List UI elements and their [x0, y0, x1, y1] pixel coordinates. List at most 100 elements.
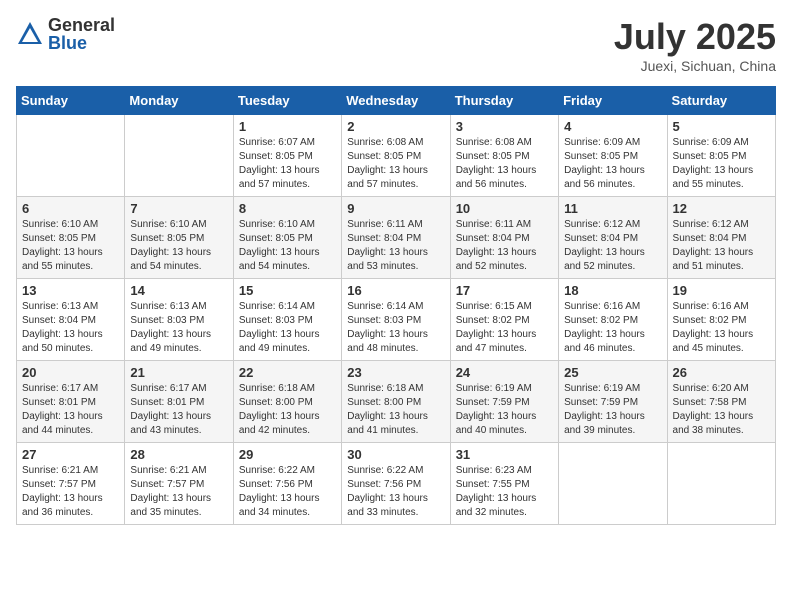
- day-info: Sunrise: 6:07 AM Sunset: 8:05 PM Dayligh…: [239, 136, 336, 192]
- day-info: Sunrise: 6:16 AM Sunset: 8:02 PM Dayligh…: [564, 300, 661, 356]
- day-number: 11: [564, 201, 661, 216]
- day-number: 17: [456, 283, 553, 298]
- calendar-cell: 12 Sunrise: 6:12 AM Sunset: 8:04 PM Dayli…: [667, 197, 775, 279]
- day-info: Sunrise: 6:12 AM Sunset: 8:04 PM Dayligh…: [673, 218, 770, 274]
- calendar-cell: 7 Sunrise: 6:10 AM Sunset: 8:05 PM Daylig…: [125, 197, 233, 279]
- page-header: General Blue July 2025 Juexi, Sichuan, C…: [16, 16, 776, 74]
- day-info: Sunrise: 6:21 AM Sunset: 7:57 PM Dayligh…: [130, 464, 227, 520]
- day-number: 19: [673, 283, 770, 298]
- calendar-cell: 24 Sunrise: 6:19 AM Sunset: 7:59 PM Dayli…: [450, 361, 558, 443]
- calendar-cell: 28 Sunrise: 6:21 AM Sunset: 7:57 PM Dayli…: [125, 443, 233, 525]
- day-info: Sunrise: 6:22 AM Sunset: 7:56 PM Dayligh…: [347, 464, 444, 520]
- calendar-cell: 8Sunrise: 6:10 AM Sunset: 8:05 PM Daylig…: [233, 197, 341, 279]
- day-number: 7: [130, 201, 227, 216]
- calendar-cell: 20 Sunrise: 6:17 AM Sunset: 8:01 PM Dayli…: [17, 361, 125, 443]
- calendar-cell: 5 Sunrise: 6:09 AM Sunset: 8:05 PM Daylig…: [667, 115, 775, 197]
- day-number: 20: [22, 365, 119, 380]
- logo-blue-text: Blue: [48, 34, 115, 52]
- calendar-header-monday: Monday: [125, 87, 233, 115]
- day-number: 5: [673, 119, 770, 134]
- day-number: 9: [347, 201, 444, 216]
- day-number: 29: [239, 447, 336, 462]
- day-number: 25: [564, 365, 661, 380]
- day-number: 22: [239, 365, 336, 380]
- calendar-cell: 18 Sunrise: 6:16 AM Sunset: 8:02 PM Dayli…: [559, 279, 667, 361]
- day-info: Sunrise: 6:12 AM Sunset: 8:04 PM Dayligh…: [564, 218, 661, 274]
- calendar-cell: 1 Sunrise: 6:07 AM Sunset: 8:05 PM Daylig…: [233, 115, 341, 197]
- calendar-table: SundayMondayTuesdayWednesdayThursdayFrid…: [16, 86, 776, 525]
- calendar-cell: 29 Sunrise: 6:22 AM Sunset: 7:56 PM Dayli…: [233, 443, 341, 525]
- calendar-cell: 23Sunrise: 6:18 AM Sunset: 8:00 PM Dayli…: [342, 361, 450, 443]
- calendar-cell: 9 Sunrise: 6:11 AM Sunset: 8:04 PM Daylig…: [342, 197, 450, 279]
- title-area: July 2025 Juexi, Sichuan, China: [614, 16, 776, 74]
- calendar-cell: 6 Sunrise: 6:10 AM Sunset: 8:05 PM Daylig…: [17, 197, 125, 279]
- day-number: 12: [673, 201, 770, 216]
- day-number: 21: [130, 365, 227, 380]
- day-info: Sunrise: 6:22 AM Sunset: 7:56 PM Dayligh…: [239, 464, 336, 520]
- month-title: July 2025: [614, 16, 776, 58]
- calendar-cell: 10 Sunrise: 6:11 AM Sunset: 8:04 PM Dayli…: [450, 197, 558, 279]
- calendar-cell: 31 Sunrise: 6:23 AM Sunset: 7:55 PM Dayli…: [450, 443, 558, 525]
- calendar-cell: 22 Sunrise: 6:18 AM Sunset: 8:00 PM Dayli…: [233, 361, 341, 443]
- day-info: Sunrise: 6:09 AM Sunset: 8:05 PM Dayligh…: [564, 136, 661, 192]
- day-info: Sunrise: 6:18 AM Sunset: 8:00 PM Dayligh…: [239, 382, 336, 438]
- day-number: 31: [456, 447, 553, 462]
- day-number: 24: [456, 365, 553, 380]
- day-info: Sunrise: 6:13 AM Sunset: 8:04 PM Dayligh…: [22, 300, 119, 356]
- calendar-cell: [125, 115, 233, 197]
- day-info: Sunrise: 6:08 AM Sunset: 8:05 PM Dayligh…: [456, 136, 553, 192]
- day-info: Sunrise: 6:23 AM Sunset: 7:55 PM Dayligh…: [456, 464, 553, 520]
- day-number: 10: [456, 201, 553, 216]
- calendar-cell: [559, 443, 667, 525]
- day-number: 14: [130, 283, 227, 298]
- day-info: Sunrise: 6:18 AM Sunset: 8:00 PM Dayligh…: [347, 382, 444, 438]
- day-info: Sunrise: 6:17 AM Sunset: 8:01 PM Dayligh…: [130, 382, 227, 438]
- calendar-header-saturday: Saturday: [667, 87, 775, 115]
- day-number: 1: [239, 119, 336, 134]
- logo-icon: [16, 20, 44, 48]
- day-number: 6: [22, 201, 119, 216]
- day-info: Sunrise: 6:11 AM Sunset: 8:04 PM Dayligh…: [456, 218, 553, 274]
- calendar-header-tuesday: Tuesday: [233, 87, 341, 115]
- calendar-header-sunday: Sunday: [17, 87, 125, 115]
- calendar-week-row: 13 Sunrise: 6:13 AM Sunset: 8:04 PM Dayli…: [17, 279, 776, 361]
- calendar-cell: 26 Sunrise: 6:20 AM Sunset: 7:58 PM Dayli…: [667, 361, 775, 443]
- calendar-cell: 25 Sunrise: 6:19 AM Sunset: 7:59 PM Dayli…: [559, 361, 667, 443]
- day-number: 16: [347, 283, 444, 298]
- calendar-cell: 19Sunrise: 6:16 AM Sunset: 8:02 PM Dayli…: [667, 279, 775, 361]
- day-info: Sunrise: 6:11 AM Sunset: 8:04 PM Dayligh…: [347, 218, 444, 274]
- day-number: 28: [130, 447, 227, 462]
- day-number: 27: [22, 447, 119, 462]
- logo-general-text: General: [48, 16, 115, 34]
- day-number: 26: [673, 365, 770, 380]
- day-info: Sunrise: 6:21 AM Sunset: 7:57 PM Dayligh…: [22, 464, 119, 520]
- day-info: Sunrise: 6:10 AM Sunset: 8:05 PM Dayligh…: [130, 218, 227, 274]
- day-number: 4: [564, 119, 661, 134]
- day-info: Sunrise: 6:09 AM Sunset: 8:05 PM Dayligh…: [673, 136, 770, 192]
- calendar-cell: 21 Sunrise: 6:17 AM Sunset: 8:01 PM Dayli…: [125, 361, 233, 443]
- day-info: Sunrise: 6:17 AM Sunset: 8:01 PM Dayligh…: [22, 382, 119, 438]
- day-info: Sunrise: 6:20 AM Sunset: 7:58 PM Dayligh…: [673, 382, 770, 438]
- calendar-header-wednesday: Wednesday: [342, 87, 450, 115]
- day-info: Sunrise: 6:14 AM Sunset: 8:03 PM Dayligh…: [347, 300, 444, 356]
- day-number: 3: [456, 119, 553, 134]
- calendar-cell: 17Sunrise: 6:15 AM Sunset: 8:02 PM Dayli…: [450, 279, 558, 361]
- calendar-cell: [667, 443, 775, 525]
- day-info: Sunrise: 6:19 AM Sunset: 7:59 PM Dayligh…: [564, 382, 661, 438]
- day-number: 15: [239, 283, 336, 298]
- day-number: 18: [564, 283, 661, 298]
- calendar-cell: 27 Sunrise: 6:21 AM Sunset: 7:57 PM Dayli…: [17, 443, 125, 525]
- location: Juexi, Sichuan, China: [614, 58, 776, 74]
- logo: General Blue: [16, 16, 115, 52]
- calendar-cell: 16 Sunrise: 6:14 AM Sunset: 8:03 PM Dayli…: [342, 279, 450, 361]
- calendar-week-row: 6 Sunrise: 6:10 AM Sunset: 8:05 PM Daylig…: [17, 197, 776, 279]
- calendar-cell: 3 Sunrise: 6:08 AM Sunset: 8:05 PM Daylig…: [450, 115, 558, 197]
- day-info: Sunrise: 6:14 AM Sunset: 8:03 PM Dayligh…: [239, 300, 336, 356]
- calendar-week-row: 1 Sunrise: 6:07 AM Sunset: 8:05 PM Daylig…: [17, 115, 776, 197]
- day-number: 13: [22, 283, 119, 298]
- calendar-cell: 13 Sunrise: 6:13 AM Sunset: 8:04 PM Dayli…: [17, 279, 125, 361]
- day-info: Sunrise: 6:10 AM Sunset: 8:05 PM Dayligh…: [22, 218, 119, 274]
- day-info: Sunrise: 6:19 AM Sunset: 7:59 PM Dayligh…: [456, 382, 553, 438]
- day-number: 30: [347, 447, 444, 462]
- calendar-cell: [17, 115, 125, 197]
